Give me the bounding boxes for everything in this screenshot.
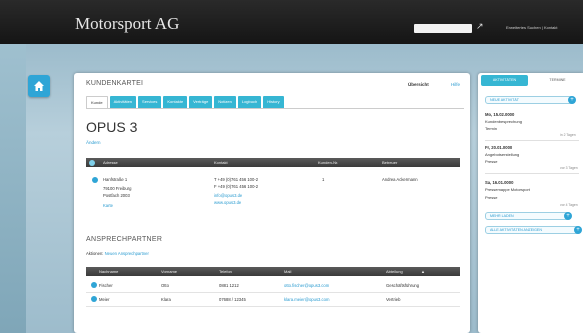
new-activity-label: NEUE AKTIVITÄT bbox=[490, 98, 519, 102]
contact-web[interactable]: www.opus3.de bbox=[214, 200, 241, 205]
col-abteilung[interactable]: Abteilung bbox=[386, 269, 403, 274]
tab-appointments[interactable]: TERMINE bbox=[532, 75, 583, 86]
customer-number: 1 bbox=[322, 177, 325, 182]
new-activity-button[interactable]: NEUE AKTIVITÄT + bbox=[485, 96, 576, 104]
contact-dept: Vertrieb bbox=[386, 297, 401, 302]
col-vorname[interactable]: Vorname bbox=[161, 269, 177, 274]
contact-phone: 07688 / 12345 bbox=[219, 297, 246, 302]
sort-asc-icon[interactable]: ▲ bbox=[421, 269, 425, 274]
side-strip bbox=[0, 44, 26, 333]
col-adresse: Adresse bbox=[103, 160, 118, 165]
col-mail[interactable]: Mail bbox=[284, 269, 291, 274]
contact-mail[interactable]: klara.meier@opus3.com bbox=[284, 297, 329, 302]
activity-meta: vor 3 Tagen bbox=[560, 166, 578, 170]
activity-type: Termin bbox=[485, 126, 498, 131]
activity-link[interactable]: Angebotserstellung bbox=[485, 152, 519, 157]
contact-lastname: Fischer bbox=[99, 283, 113, 288]
activity-date: Sa, 16.01.0000 bbox=[485, 180, 514, 185]
activity-link[interactable]: Pressemappe Motorsport bbox=[485, 187, 530, 192]
overview-link[interactable]: Übersicht bbox=[408, 82, 429, 87]
contact-pin-icon bbox=[91, 282, 97, 288]
address-street: Hanfstraße 1 bbox=[103, 177, 128, 182]
contact-phone: T +49 (0)761 456 100-2 bbox=[214, 177, 259, 182]
contacts-table-header: Nachname Vorname Telefon Mail Abteilung … bbox=[86, 267, 460, 276]
customer-name: OPUS 3 bbox=[86, 119, 138, 135]
load-more-label: MEHR LADEN bbox=[490, 214, 514, 218]
activity-divider bbox=[485, 140, 579, 141]
activity-meta: vor 4 Tagen bbox=[560, 203, 578, 207]
plus-icon: + bbox=[564, 212, 572, 220]
contacts-actions: Aktionen: Neuen Ansprechpartner bbox=[86, 251, 149, 256]
activity-type: Presse bbox=[485, 195, 498, 200]
contact-firstname: Otto bbox=[161, 283, 169, 288]
help-link[interactable]: Hilfe bbox=[451, 82, 460, 87]
home-icon bbox=[34, 81, 44, 91]
contact-phone: 0881 1212 bbox=[219, 283, 239, 288]
col-nachname[interactable]: Nachname bbox=[99, 269, 118, 274]
address-table-header: Adresse Kontakt Kunden-Nr. Betreuer bbox=[86, 158, 460, 167]
show-all-label: ALLE AKTIVITÄTEN ANZEIGEN bbox=[490, 228, 542, 232]
tab-kontakte[interactable]: Kontakte bbox=[163, 96, 188, 108]
contacts-title: ANSPRECHPARTNER bbox=[86, 236, 163, 243]
show-all-activities-button[interactable]: ALLE AKTIVITÄTEN ANZEIGEN + bbox=[485, 226, 582, 234]
col-kunden-nr: Kunden-Nr. bbox=[318, 160, 339, 165]
col-kontakt: Kontakt bbox=[214, 160, 228, 165]
main-panel bbox=[74, 73, 470, 333]
home-button[interactable] bbox=[28, 75, 50, 97]
contact-firstname: Klara bbox=[161, 297, 171, 302]
search-arrow-icon[interactable]: ↗ bbox=[476, 21, 484, 32]
contact-lastname: Meier bbox=[99, 297, 110, 302]
panel-title: KUNDENKARTEI bbox=[86, 80, 144, 87]
contact-fax: F +49 (0)761 456 100-2 bbox=[214, 184, 259, 189]
new-contact-link[interactable]: Neuen Ansprechpartner bbox=[105, 251, 149, 256]
brand-logo[interactable]: Motorsport AG bbox=[75, 14, 179, 34]
col-telefon[interactable]: Telefon bbox=[219, 269, 232, 274]
activity-link[interactable]: Kundenbesprechung bbox=[485, 119, 522, 124]
search-input[interactable] bbox=[414, 24, 472, 33]
row-divider bbox=[86, 306, 460, 307]
plus-icon: + bbox=[574, 226, 582, 234]
activity-date: Mo, 15.02.0000 bbox=[485, 112, 515, 117]
edit-customer-link[interactable]: Ändern bbox=[86, 140, 101, 145]
activity-divider bbox=[485, 173, 579, 174]
activity-type: Presse bbox=[485, 159, 498, 164]
pin-icon bbox=[89, 159, 95, 166]
tab-logbuch[interactable]: Logbuch bbox=[237, 96, 262, 108]
tab-history[interactable]: History bbox=[263, 96, 284, 108]
col-betreuer: Betreuer bbox=[382, 160, 398, 165]
contact-email[interactable]: info@opus3.de bbox=[214, 193, 242, 198]
header-links[interactable]: Erweitertes Suchen | Kontakt bbox=[506, 25, 558, 30]
address-city: 79100 Freiburg bbox=[103, 186, 132, 191]
contact-mail[interactable]: otto.fischer@opus3.com bbox=[284, 283, 329, 288]
plus-icon: + bbox=[568, 96, 576, 104]
tab-vertraege[interactable]: Verträge bbox=[189, 96, 213, 108]
tab-notizen[interactable]: Notizen bbox=[214, 96, 236, 108]
map-link[interactable]: Karte bbox=[103, 203, 113, 208]
tab-services[interactable]: Services bbox=[138, 96, 162, 108]
address-pin-icon bbox=[92, 177, 98, 183]
tab-divider bbox=[86, 108, 464, 109]
load-more-button[interactable]: MEHR LADEN + bbox=[485, 212, 572, 220]
contact-pin-icon bbox=[91, 296, 97, 302]
contacts-actions-label: Aktionen: bbox=[86, 251, 104, 256]
address-pobox: Postfach 2003 bbox=[103, 193, 130, 198]
tab-kunde[interactable]: Kunde bbox=[86, 96, 108, 108]
tab-bar: Kunde Aktivitäten Services Kontakte Vert… bbox=[86, 96, 284, 108]
activity-meta: in 2 Tagen bbox=[560, 133, 576, 137]
tab-aktivitaeten[interactable]: Aktivitäten bbox=[109, 96, 137, 108]
account-manager: Andrea Ackermann bbox=[382, 177, 418, 182]
activity-date: Fr, 20.01.0000 bbox=[485, 145, 513, 150]
row-divider bbox=[86, 292, 460, 293]
contact-dept: Geschäftsführung bbox=[386, 283, 420, 288]
tab-activities[interactable]: AKTIVITÄTEN bbox=[481, 75, 528, 86]
